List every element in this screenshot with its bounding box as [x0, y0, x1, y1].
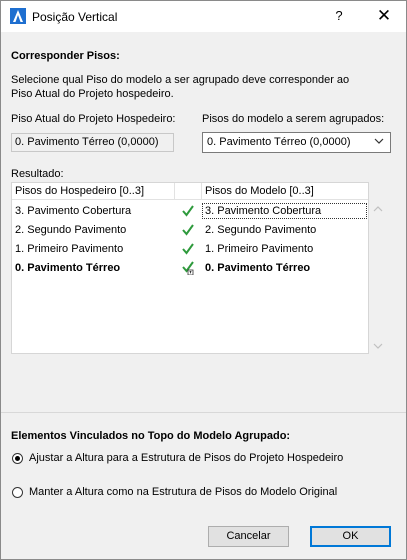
scroll-down-arrow-icon[interactable] [373, 341, 383, 351]
check-icon [182, 205, 194, 217]
dialog-footer: Cancelar OK [1, 512, 406, 559]
results-row[interactable]: 2. Segundo Pavimento 2. Segundo Paviment… [12, 222, 368, 241]
model-story-cell: 2. Segundo Pavimento [205, 224, 317, 236]
column-header-model[interactable]: Pisos do Modelo [0..3] [202, 183, 368, 200]
ok-button[interactable]: OK [310, 526, 391, 547]
linked-elements-heading: Elementos Vinculados no Topo do Modelo A… [11, 430, 291, 442]
results-scrollbar[interactable] [370, 182, 386, 354]
results-list[interactable]: Pisos do Hospedeiro [0..3] Pisos do Mode… [11, 182, 369, 354]
column-header-host-label: Pisos do Hospedeiro [0..3] [15, 185, 145, 197]
column-header-model-label: Pisos do Modelo [0..3] [205, 185, 314, 197]
model-story-cell: 3. Pavimento Cobertura [205, 205, 322, 217]
host-story-cell: 2. Segundo Pavimento [15, 224, 127, 236]
host-story-value: 0. Pavimento Térreo (0,0000) [15, 136, 159, 148]
match-stories-heading: Corresponder Pisos: [11, 50, 120, 62]
host-story-label: Piso Atual do Projeto Hospedeiro: [11, 113, 176, 125]
chevron-down-icon [374, 138, 384, 144]
cancel-button[interactable]: Cancelar [208, 526, 289, 547]
model-story-selected: 0. Pavimento Térreo (0,0000) [207, 136, 351, 148]
close-button[interactable]: ✕ [369, 4, 399, 28]
option-adjust-height-label: Ajustar a Altura para a Estrutura de Pis… [29, 452, 344, 464]
window-title: Posição Vertical [32, 10, 118, 24]
description-line-2: Piso Atual do Projeto hospedeiro. [11, 88, 174, 100]
check-icon [182, 224, 194, 236]
help-button[interactable]: ? [326, 4, 352, 28]
host-story-cell: 3. Pavimento Cobertura [15, 205, 132, 217]
column-header-host[interactable]: Pisos do Hospedeiro [0..3] [12, 183, 175, 200]
radio-selected-dot [15, 456, 20, 461]
model-story-cell: 0. Pavimento Térreo [205, 262, 311, 274]
radio-keep-height[interactable] [12, 487, 23, 498]
results-row[interactable]: 1. Primeiro Pavimento 1. Primeiro Pavime… [12, 241, 368, 260]
section-divider [1, 412, 406, 413]
host-story-field: 0. Pavimento Térreo (0,0000) [11, 133, 174, 152]
results-row[interactable]: 0. Pavimento Térreo 0. Pavimento Térreo [12, 260, 368, 279]
dialog-window: Posição Vertical ? ✕ Corresponder Pisos:… [0, 0, 407, 560]
title-bar[interactable]: Posição Vertical ? ✕ [1, 1, 406, 32]
model-story-select[interactable]: 0. Pavimento Térreo (0,0000) [202, 132, 391, 153]
option-keep-height-label: Manter a Altura como na Estrutura de Pis… [29, 486, 338, 498]
column-header-check[interactable] [175, 183, 202, 200]
host-story-cell: 1. Primeiro Pavimento [15, 243, 124, 255]
results-label: Resultado: [11, 168, 64, 180]
results-row[interactable]: 3. Pavimento Cobertura 3. Pavimento Cobe… [12, 203, 368, 222]
description-line-1: Selecione qual Piso do modelo a ser agru… [11, 74, 350, 86]
model-story-cell: 1. Primeiro Pavimento [205, 243, 314, 255]
model-story-label: Pisos do modelo a serem agrupados: [202, 113, 385, 125]
radio-adjust-height[interactable] [12, 453, 23, 464]
check-icon [182, 243, 194, 255]
archicad-app-icon [10, 8, 26, 24]
check-with-marker-icon [182, 261, 194, 275]
scroll-up-arrow-icon[interactable] [373, 204, 383, 214]
host-story-cell: 0. Pavimento Térreo [15, 262, 121, 274]
